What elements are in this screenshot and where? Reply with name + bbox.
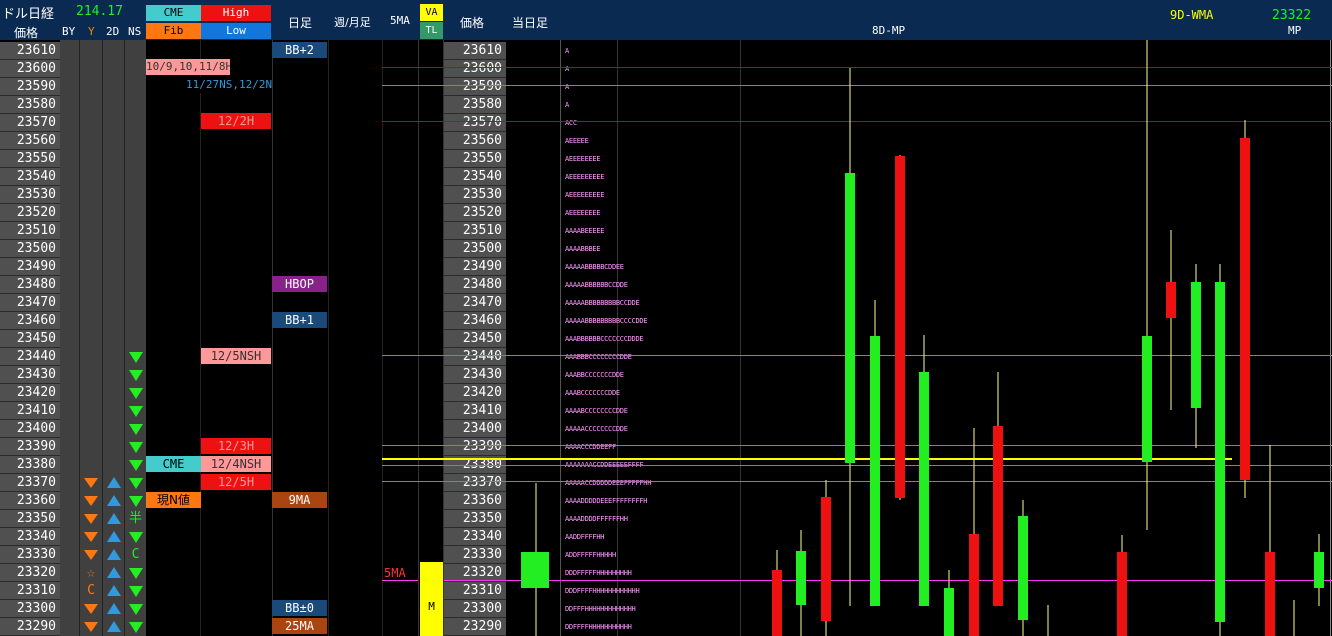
candles-svg [521,40,1324,636]
tag-bb-plus2: BB+2 [272,42,327,58]
candle-14 [1166,282,1176,318]
candle-17 [1240,138,1250,480]
va-yellow-bar [420,562,443,636]
tag-row2: 11/27NS,12/2NSH [186,77,272,93]
tag-cme: CME [146,456,201,472]
tag-gen-n: 現N値 [146,492,201,508]
tag-bb0: BB±0 [272,600,327,616]
candle-today [521,552,549,588]
candle-12 [1117,552,1127,636]
tag-9ma: 9MA [272,492,327,508]
tag-row1: 10/9,10,11/8H [146,59,230,75]
candle-3 [821,497,831,621]
candle-19 [1314,552,1324,588]
tag-hbop: HBOP [272,276,327,292]
candle-11 [1018,516,1028,620]
candle-8 [944,588,954,636]
candle-18 [1265,552,1275,636]
candle-6 [895,156,905,498]
tag-1204nsh: 12/4NSH [201,456,271,472]
candle-13 [1142,336,1152,462]
tag-1205nsh: 12/5NSH [201,348,271,364]
tag-1205h: 12/5H [201,474,271,490]
candle-4 [845,173,855,463]
tag-5ma: 5MA [384,566,406,580]
tag-1202h: 12/2H [201,113,271,129]
tag-1203h: 12/3H [201,438,271,454]
candle-2 [796,551,806,605]
candle-16 [1215,282,1225,622]
candle-1 [772,570,782,636]
candle-7 [919,372,929,606]
candle-10 [993,426,1003,606]
candle-15 [1191,282,1201,408]
tag-25ma: 25MA [272,618,327,634]
candle-9 [969,534,979,636]
candle-5 [870,336,880,606]
tag-m: M [428,600,435,613]
tag-bb-plus1: BB+1 [272,312,327,328]
